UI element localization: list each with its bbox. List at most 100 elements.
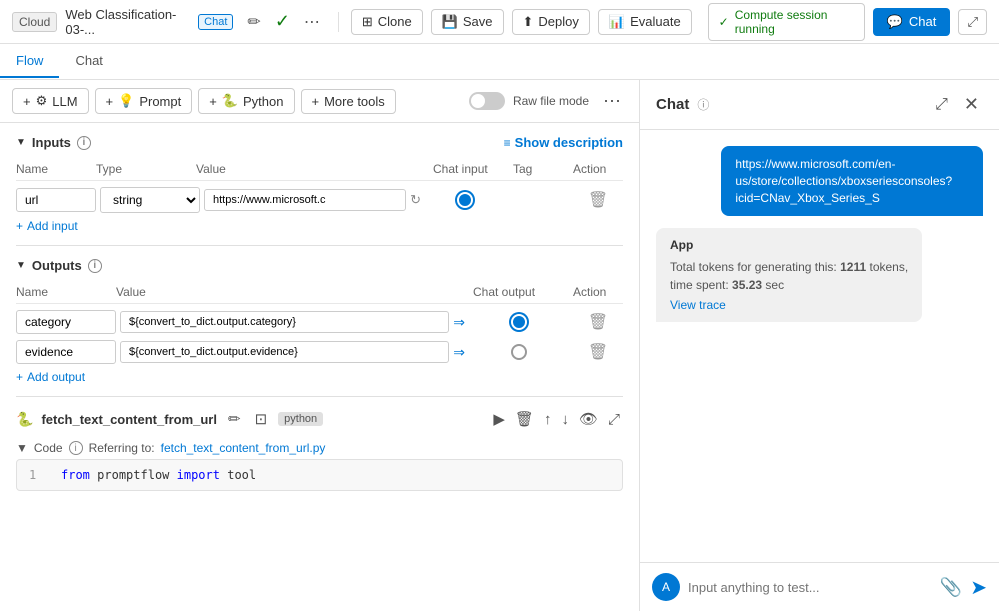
expand-button[interactable]: ⤢	[958, 9, 987, 35]
topbar: Cloud Web Classification-03-... Chat ✏ ✓…	[0, 0, 999, 44]
outputs-table-header: Name Value Chat output Action	[16, 281, 623, 304]
toolbar-more-button[interactable]: ⋯	[597, 89, 627, 114]
input-value-field[interactable]	[204, 189, 406, 211]
check-icon: ✓	[275, 11, 290, 32]
output-name-1[interactable]	[16, 310, 116, 334]
code-info-icon[interactable]: i	[69, 441, 83, 455]
out-col-chat-output: Chat output	[473, 285, 573, 299]
delete-output-1-button[interactable]: 🗑	[573, 312, 623, 332]
python-file-icon: 🐍	[16, 411, 33, 428]
input-type-select[interactable]: string	[100, 187, 200, 213]
deploy-label: Deploy	[538, 14, 578, 29]
more-button[interactable]: ⋯	[298, 8, 326, 36]
tokens-text: Total tokens for generating this:	[670, 260, 840, 274]
chat-output-radio-1-wrap	[469, 314, 569, 330]
deploy-button[interactable]: ⬆ Deploy	[512, 9, 590, 35]
show-description-btn[interactable]: ≡ Show description	[504, 135, 623, 150]
input-name-field[interactable]	[16, 188, 96, 212]
edit-button[interactable]: ✏	[241, 8, 266, 36]
referring-label: Referring to:	[89, 441, 155, 455]
save-button[interactable]: 💾 Save	[431, 9, 504, 35]
chat-info-icon[interactable]: ⓘ	[697, 96, 709, 113]
clone-label: Clone	[378, 14, 412, 29]
code-edit-button[interactable]: ✏	[225, 407, 244, 431]
prompt-label: Prompt	[139, 94, 181, 109]
view-trace-link[interactable]: View trace	[670, 298, 908, 312]
output-value-2-field[interactable]	[120, 341, 449, 363]
chat-output-radio-2[interactable]	[511, 344, 527, 360]
code-delete-button[interactable]: 🗑	[512, 407, 537, 431]
chat-output-radio-2-wrap	[469, 344, 569, 360]
send-button[interactable]: ➤	[970, 575, 987, 600]
code-copy-button[interactable]: ⊡	[252, 407, 271, 431]
chat-output-radio-1[interactable]	[511, 314, 527, 330]
time-text: time spent:	[670, 278, 732, 292]
chat-expand-button[interactable]: ⤢	[931, 92, 952, 118]
chat-input-radio[interactable]	[457, 192, 473, 208]
output-arrow-1[interactable]: ⇒	[453, 314, 465, 331]
add-input-link[interactable]: + Add input	[16, 219, 623, 233]
inputs-section: ▼ Inputs i ≡ Show description Name Type …	[0, 123, 639, 245]
add-output-label: Add output	[27, 370, 85, 384]
chat-close-button[interactable]: ✕	[960, 90, 983, 119]
outputs-expand-arrow[interactable]: ▼	[16, 260, 26, 271]
output-arrow-2[interactable]: ⇒	[453, 344, 465, 361]
code-expand-arrow[interactable]: ▼	[16, 441, 28, 455]
chat-messages: https://www.microsoft.com/en-us/store/co…	[640, 130, 999, 562]
outputs-title: Outputs	[32, 258, 82, 273]
app-label: App	[670, 238, 908, 252]
tab-flow[interactable]: Flow	[0, 45, 59, 78]
code-ref-link[interactable]: fetch_text_content_from_url.py	[161, 441, 326, 455]
show-desc-lines-icon: ≡	[504, 136, 511, 150]
attach-button[interactable]: 📎	[940, 577, 962, 598]
time-unit: sec	[762, 278, 784, 292]
python-icon: 🐍	[222, 93, 238, 109]
delete-output-2-button[interactable]: 🗑	[573, 342, 623, 362]
more-tools-label: More tools	[324, 94, 385, 109]
toggle-knob	[471, 94, 485, 108]
add-output-link[interactable]: + Add output	[16, 370, 623, 384]
tokens-value: 1211	[840, 260, 866, 274]
code-block-header: 🐍 fetch_text_content_from_url ✏ ⊡ python…	[16, 397, 623, 437]
chat-btn-icon: 💬	[887, 14, 903, 30]
show-description-label: Show description	[515, 135, 623, 150]
outputs-info-icon[interactable]: i	[88, 259, 102, 273]
refresh-icon[interactable]: ↻	[410, 192, 421, 208]
code-section: 🐍 fetch_text_content_from_url ✏ ⊡ python…	[0, 397, 639, 503]
chat-input[interactable]	[688, 580, 932, 595]
add-prompt-button[interactable]: + 💡 Prompt	[95, 88, 193, 114]
inputs-expand-arrow[interactable]: ▼	[16, 137, 26, 148]
add-python-button[interactable]: + 🐍 Python	[198, 88, 294, 114]
code-up-button[interactable]: ↑	[541, 407, 555, 431]
evaluate-button[interactable]: 📊 Evaluate	[598, 9, 692, 35]
chat-title: Chat	[656, 96, 689, 113]
plus-icon: +	[23, 94, 31, 109]
clone-button[interactable]: ⊞ Clone	[351, 9, 423, 35]
chat-panel: Chat ⓘ ⤢ ✕ https://www.microsoft.com/en-…	[640, 80, 999, 611]
code-run-button[interactable]: ▶	[490, 407, 508, 431]
chat-main-button[interactable]: 💬 Chat	[873, 8, 951, 36]
output-name-2[interactable]	[16, 340, 116, 364]
code-expand-button[interactable]: ⤢	[605, 407, 623, 431]
output-value-1-field[interactable]	[120, 311, 449, 333]
col-name: Name	[16, 162, 96, 176]
output-value-1-wrap: ⇒	[120, 311, 465, 333]
line-number: 1	[29, 468, 49, 482]
col-type: Type	[96, 162, 196, 176]
inputs-info-icon[interactable]: i	[77, 136, 91, 150]
save-icon: 💾	[442, 14, 458, 30]
tab-chat[interactable]: Chat	[59, 45, 118, 78]
input-value-wrap: ↻	[204, 189, 421, 211]
code-eye-button[interactable]: 👁	[576, 407, 601, 431]
inputs-table-header: Name Type Value Chat input Tag Action	[16, 158, 623, 181]
chat-input-radio-wrap	[425, 192, 505, 208]
code-tools: ▶ 🗑 ↑ ↓ 👁 ⤢	[490, 407, 623, 431]
delete-input-button[interactable]: 🗑	[573, 190, 623, 210]
tab-bar: Flow Chat	[0, 44, 999, 80]
chat-header: Chat ⓘ ⤢ ✕	[640, 80, 999, 130]
raw-file-toggle[interactable]	[469, 92, 505, 110]
code-down-button[interactable]: ↓	[558, 407, 572, 431]
more-tools-button[interactable]: + More tools	[301, 89, 396, 114]
app-tokens-info: Total tokens for generating this: 1211 t…	[670, 258, 908, 294]
add-llm-button[interactable]: + ⚙ LLM	[12, 88, 89, 114]
